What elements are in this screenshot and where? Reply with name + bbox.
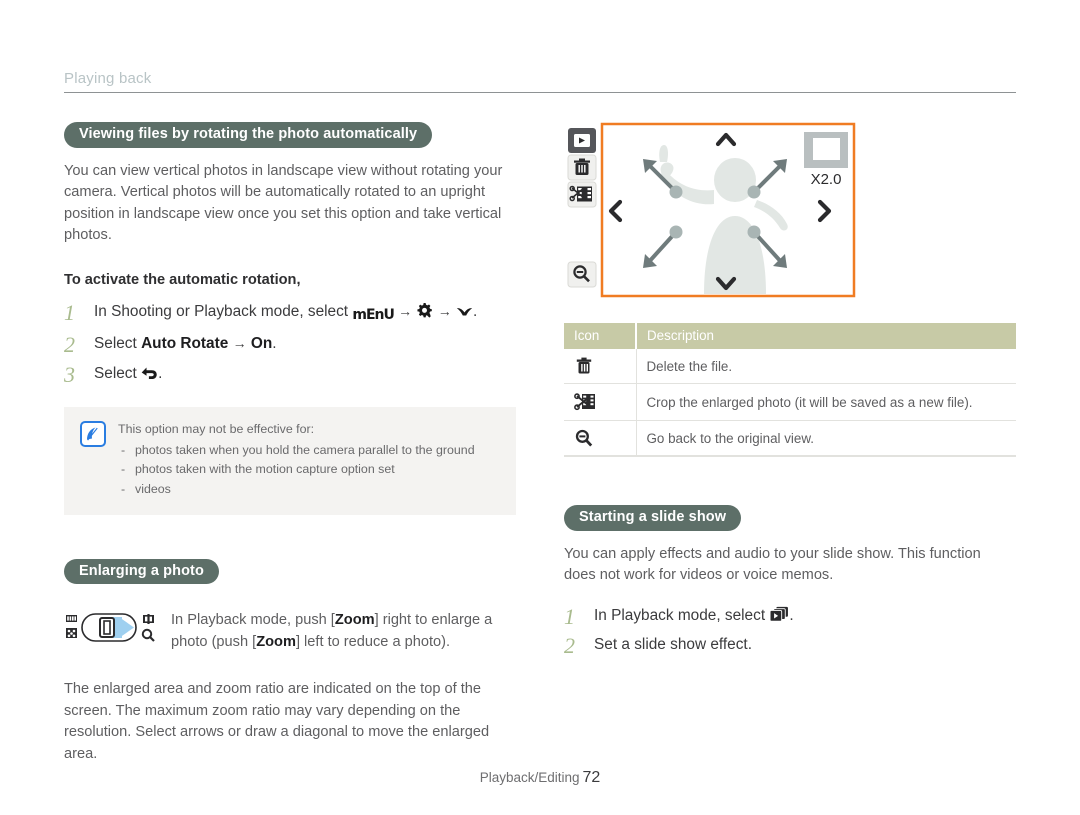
step-3: 3 Select . — [64, 362, 516, 387]
step-text: Select — [94, 335, 137, 353]
camera-screen-illustration: X2.0 — [564, 122, 856, 298]
zoom-lever-icon — [64, 606, 159, 648]
table-row: Go back to the original view. — [564, 420, 1016, 457]
menu-icon: mEnU — [352, 307, 394, 324]
table-head: Icon Description — [564, 323, 1016, 349]
section-heading-viewing-files: Viewing files by rotating the photo auto… — [64, 122, 433, 148]
note-item: photos taken when you hold the camera pa… — [118, 441, 475, 460]
settings-gear-icon — [416, 302, 433, 319]
trash-icon — [574, 356, 626, 376]
section-heading-slide-show: Starting a slide show — [564, 505, 742, 531]
crop-film-icon — [574, 391, 626, 413]
step-text: Select — [94, 365, 137, 383]
steps-list-auto-rotate: 1 In Shooting or Playback mode, select m… — [64, 300, 516, 387]
column-header-description: Description — [635, 323, 1016, 349]
cell-description: Delete the file. — [636, 349, 1016, 384]
table-header-row: Icon Description — [564, 323, 1016, 349]
page-number: 72 — [582, 769, 601, 786]
step-text-after: . — [473, 303, 478, 321]
cell-description: Go back to the original view. — [636, 420, 1016, 457]
step-1: 1 In Playback mode, select . — [564, 604, 1016, 629]
cell-icon — [564, 420, 637, 457]
step-number: 2 — [64, 332, 75, 358]
cell-description: Crop the enlarged photo (it will be save… — [636, 383, 1016, 421]
section-heading-enlarging-photo: Enlarging a photo — [64, 558, 219, 585]
note-items: photos taken when you hold the camera pa… — [118, 441, 475, 499]
slideshow-icon — [769, 606, 789, 623]
key-zoom-2: Zoom — [256, 633, 296, 650]
step-text: In Playback mode, select — [594, 606, 766, 624]
step-number: 1 — [64, 300, 75, 326]
table-row: Delete the file. — [564, 349, 1016, 384]
step-text: In Shooting or Playback mode, select — [94, 303, 349, 321]
step-text-after: . — [272, 335, 277, 353]
instruction-part-1: In Playback mode, push [ — [171, 612, 335, 629]
note-item: videos — [118, 480, 475, 499]
step-text-after: . — [789, 606, 794, 624]
sub-heading-activate-rotation: To activate the automatic rotation, — [64, 272, 301, 289]
column-header-icon: Icon — [564, 323, 636, 349]
running-head-text: Playing back — [64, 70, 152, 87]
table-row: Crop the enlarged photo (it will be save… — [564, 383, 1016, 421]
instruction-part-3: ] left to reduce a photo). — [295, 633, 451, 650]
step-1: 1 In Shooting or Playback mode, select m… — [64, 300, 516, 325]
svg-text:X2.0: X2.0 — [811, 171, 842, 188]
slideshow-paragraph: You can apply effects and audio to your … — [564, 545, 981, 584]
step-text-after: . — [158, 365, 163, 383]
zoom-lever-instruction: In Playback mode, push [Zoom] right to e… — [171, 606, 516, 653]
step-text: Set a slide show effect. — [594, 636, 752, 654]
steps-list-slide-show: 1 In Playback mode, select . 2 Set a sli… — [564, 604, 1016, 659]
icon-description-table: Icon Description Delete the file. Crop t… — [564, 323, 1016, 457]
back-arrow-icon — [141, 366, 158, 381]
note-title: This option may not be effective for: — [118, 421, 315, 436]
step-number: 3 — [64, 362, 75, 388]
step-2: 2 Select Auto Rotate → On. — [64, 332, 516, 357]
left-column: Viewing files by rotating the photo auto… — [64, 122, 516, 765]
table-body: Delete the file. Crop the enlarged photo… — [564, 349, 1016, 457]
cell-icon — [564, 383, 637, 421]
key-zoom-1: Zoom — [334, 612, 375, 629]
footer: Playback/Editing 72 — [0, 769, 1080, 787]
note-pen-icon — [80, 420, 106, 447]
intro-paragraph: You can view vertical photos in landscap… — [64, 162, 503, 243]
step-2: 2 Set a slide show effect. — [564, 633, 1016, 658]
zoom-out-icon — [574, 428, 626, 448]
enlarging-paragraph: The enlarged area and zoom ratio are ind… — [64, 681, 490, 762]
step-number: 1 — [564, 603, 575, 629]
arrow-2: → — [437, 303, 452, 320]
note-box: This option may not be effective for: ph… — [64, 406, 516, 515]
cell-icon — [564, 349, 637, 384]
step-number: 2 — [564, 633, 575, 659]
running-head: Playing back — [64, 70, 1016, 93]
arrow-3: → — [232, 335, 247, 352]
chevron-down-icon — [456, 306, 473, 319]
note-item: photos taken with the motion capture opt… — [118, 460, 475, 479]
menu-option-auto-rotate: Auto Rotate — [141, 335, 229, 353]
note-content: This option may not be effective for: ph… — [118, 420, 475, 499]
footer-section-label: Playback/Editing — [479, 770, 580, 785]
menu-option-on: On — [250, 335, 273, 353]
zoom-lever-row: In Playback mode, push [Zoom] right to e… — [64, 606, 516, 653]
arrow-1: → — [398, 303, 413, 320]
right-column: X2.0 Icon Description Delete the file. C… — [564, 122, 1016, 665]
